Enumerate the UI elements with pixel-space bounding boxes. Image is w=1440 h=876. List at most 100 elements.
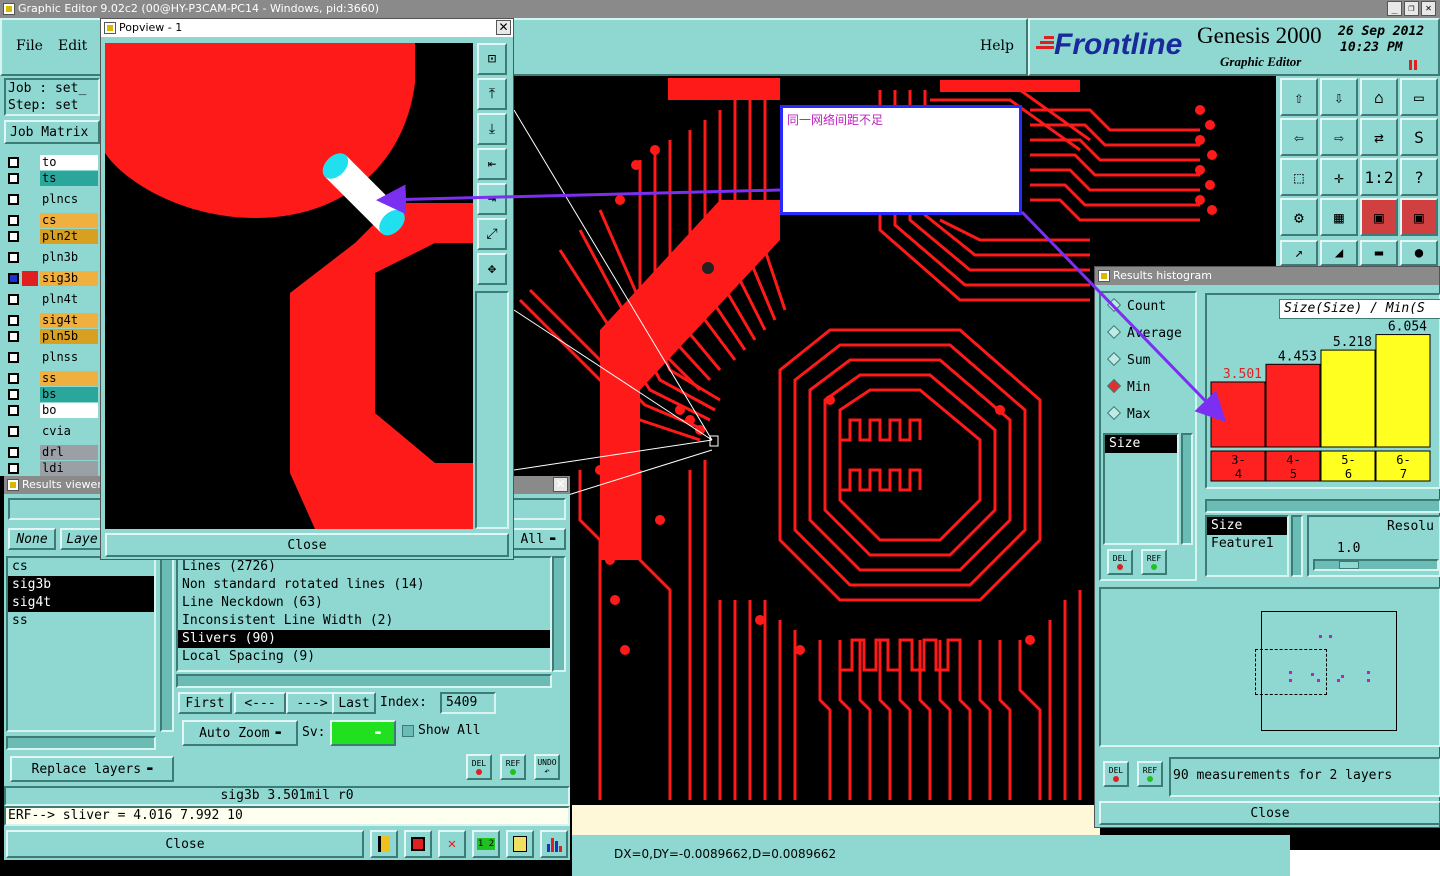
category-item[interactable]: Line Neckdown (63) [178, 594, 550, 612]
undo-button[interactable]: UNDO ↶ [534, 754, 560, 780]
layer-right-icon[interactable]: ⇨ [1320, 118, 1358, 156]
layer-checkbox[interactable] [8, 389, 19, 400]
attr-item[interactable]: Size [1105, 435, 1177, 453]
pv-pan-down-icon[interactable]: ⤓ [477, 113, 507, 145]
fit-icon[interactable]: ⬚ [1280, 158, 1318, 196]
category-item[interactable]: Local Spacing (9) [178, 648, 550, 666]
scale-icon[interactable]: 1:2 [1360, 158, 1398, 196]
layer-row-sig4t[interactable]: sig4t [6, 312, 98, 329]
histogram-bar[interactable] [1265, 363, 1321, 448]
layer-row-drl[interactable]: drl [6, 444, 98, 461]
toggle-12-icon[interactable]: 1 2 [472, 830, 500, 858]
hist-del-button-2[interactable]: DEL [1103, 761, 1129, 787]
swap-icon[interactable]: ⇄ [1360, 118, 1398, 156]
red-toggle2-icon[interactable]: ▣ [1400, 198, 1438, 236]
replace-layers-menu[interactable]: Replace layers ▬ [10, 756, 174, 782]
pv-zoom-window-icon[interactable]: ⊡ [477, 43, 507, 75]
layer-checkbox[interactable] [8, 231, 19, 242]
chart-hscroll[interactable] [1205, 499, 1440, 513]
attr2-scrollbar[interactable] [1291, 515, 1303, 577]
layer-row-bo[interactable]: bo [6, 402, 98, 419]
category-item[interactable]: Slivers (90) [178, 630, 550, 648]
result-layer-item[interactable]: sig3b [8, 576, 154, 594]
none-button[interactable]: None [8, 528, 56, 550]
mode-radio-count[interactable]: Count [1106, 297, 1166, 314]
layer-row-ldi[interactable]: ldi [6, 460, 98, 477]
category-item[interactable]: Inconsistent Line Width (2) [178, 612, 550, 630]
all-button[interactable]: All ▬ [510, 528, 566, 550]
marker-tool-icon[interactable] [370, 830, 398, 858]
snap-icon[interactable]: ● [1400, 240, 1438, 266]
ref-button[interactable]: REF [500, 754, 526, 780]
layer-row-to[interactable]: to [6, 154, 98, 171]
menu-edit[interactable]: Edit [58, 38, 87, 54]
layer-row-cvia[interactable]: cvia [6, 423, 98, 440]
layer-row-pln2t[interactable]: pln2t [6, 228, 98, 245]
pv-pan-left-icon[interactable]: ⇤ [477, 148, 507, 180]
layer-down-icon[interactable]: ⇩ [1320, 78, 1358, 116]
histogram-bar[interactable] [1320, 349, 1376, 448]
results-close-button[interactable]: Close [6, 830, 364, 858]
hist-ref-button[interactable]: REF [1141, 549, 1167, 575]
show-all-checkbox[interactable] [402, 725, 414, 737]
hist-ref-button-2[interactable]: REF [1137, 761, 1163, 787]
minimize-icon[interactable]: _ [1387, 1, 1402, 16]
clear-ref-icon[interactable]: ✕ [438, 830, 466, 858]
pv-zoom-out-icon[interactable]: ✥ [477, 253, 507, 285]
pv-pan-up-icon[interactable]: ⤒ [477, 78, 507, 110]
layer-row-ts[interactable]: ts [6, 170, 98, 187]
mode-radio-max[interactable]: Max [1106, 405, 1150, 422]
histogram-close-button[interactable]: Close [1099, 801, 1440, 825]
layer-checkbox[interactable] [8, 157, 19, 168]
layer-checkbox[interactable] [8, 315, 19, 326]
category-hscroll[interactable] [176, 674, 552, 688]
layer-checkbox[interactable] [8, 294, 19, 305]
red-toggle-icon[interactable]: ▣ [1360, 198, 1398, 236]
help-icon[interactable]: ? [1400, 158, 1438, 196]
draw-icon[interactable]: ◢ [1320, 240, 1358, 266]
home-icon[interactable]: ⌂ [1360, 78, 1398, 116]
auto-zoom-menu[interactable]: Auto Zoom ▬ [182, 720, 298, 746]
layer-checkbox[interactable] [8, 352, 19, 363]
layer-checkbox[interactable] [8, 426, 19, 437]
mode-radio-sum[interactable]: Sum [1106, 351, 1150, 368]
histogram-bar[interactable] [1375, 334, 1431, 448]
attr2-item[interactable]: Size [1207, 517, 1287, 535]
layer-checkbox[interactable] [8, 194, 19, 205]
resolution-slider-thumb[interactable] [1339, 561, 1359, 569]
pen-icon[interactable]: ↗ [1280, 240, 1318, 266]
center-icon[interactable]: ✛ [1320, 158, 1358, 196]
pause-icon[interactable] [1408, 60, 1418, 70]
popview-close-icon[interactable]: ✕ [496, 20, 511, 35]
tools-icon[interactable]: ⚙ [1280, 198, 1318, 236]
layer-row-bs[interactable]: bs [6, 386, 98, 403]
layer-up-icon[interactable]: ⇧ [1280, 78, 1318, 116]
last-button[interactable]: Last [332, 692, 376, 714]
layer-list-scrollbar[interactable] [160, 556, 174, 732]
layer-row-ss[interactable]: ss [6, 370, 98, 387]
layer-list-hscroll[interactable] [6, 736, 156, 750]
report-icon[interactable] [506, 830, 534, 858]
layer-left-icon[interactable]: ⇦ [1280, 118, 1318, 156]
layer-row-plnss[interactable]: plnss [6, 349, 98, 366]
layer-checkbox[interactable] [8, 373, 19, 384]
screen-icon[interactable]: ▭ [1400, 78, 1438, 116]
layer-row-sig3b[interactable]: sig3b [6, 270, 98, 287]
layer-row-pln4t[interactable]: pln4t [6, 291, 98, 308]
pv-pan-right-icon[interactable]: ⇥ [477, 183, 507, 215]
menu-help[interactable]: Help [980, 38, 1014, 54]
ruler-icon[interactable]: ▬ [1360, 240, 1398, 266]
result-layer-item[interactable]: sig4t [8, 594, 154, 612]
mode-radio-average[interactable]: Average [1106, 324, 1182, 341]
layer-row-plncs[interactable]: plncs [6, 191, 98, 208]
layer-checkbox[interactable] [8, 405, 19, 416]
results-viewer-close-icon[interactable]: ✕ [553, 477, 568, 492]
highlight-tool-icon[interactable] [404, 830, 432, 858]
restore-icon[interactable]: ❐ [1404, 1, 1419, 16]
attr-scrollbar[interactable] [1181, 433, 1193, 545]
layer-row-pln3b[interactable]: pln3b [6, 249, 98, 266]
layer-checkbox[interactable] [8, 252, 19, 263]
layer-row-pln5b[interactable]: pln5b [6, 328, 98, 345]
layer-checkbox[interactable] [8, 447, 19, 458]
menu-file[interactable]: File [16, 38, 43, 54]
